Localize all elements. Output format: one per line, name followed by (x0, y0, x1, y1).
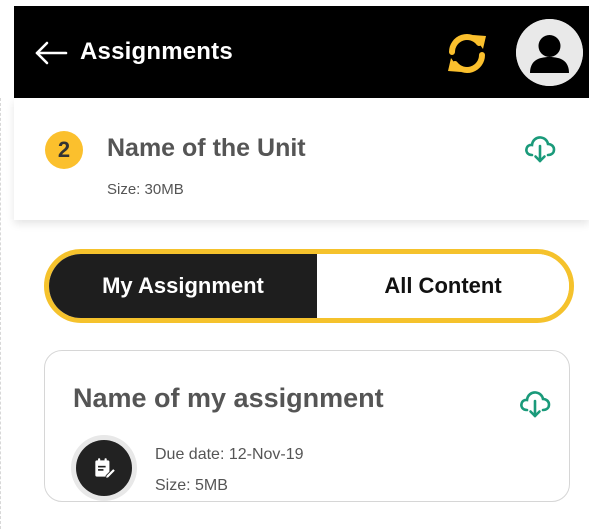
unit-card[interactable]: 2 Name of the Unit Size: 30MB (14, 98, 589, 220)
unit-number-badge: 2 (45, 131, 83, 169)
assignment-size: Size: 5MB (155, 477, 228, 494)
content-toggle: My Assignment All Content (44, 249, 574, 323)
due-date: Due date: 12-Nov-19 (155, 446, 304, 463)
page-title: Assignments (80, 38, 233, 65)
unit-size: Size: 30MB (107, 181, 184, 198)
tab-all-content[interactable]: All Content (317, 254, 569, 318)
left-guide-line (0, 98, 1, 529)
tab-my-assignment[interactable]: My Assignment (49, 254, 317, 318)
sync-icon[interactable] (442, 28, 492, 78)
assignment-edit-icon (71, 435, 137, 501)
cloud-download-icon[interactable] (519, 389, 551, 419)
cloud-download-icon[interactable] (524, 134, 556, 164)
assignments-screen: Assignments 2 Name of the Unit Size: 30M… (0, 0, 589, 529)
assignment-card[interactable]: Name of my assignment Due date: 12-Nov-1… (44, 350, 570, 502)
unit-name: Name of the Unit (107, 134, 306, 162)
user-avatar-icon[interactable] (516, 19, 583, 86)
arrow-left-icon[interactable] (34, 41, 68, 65)
assignment-name: Name of my assignment (73, 383, 384, 413)
app-header: Assignments (14, 6, 589, 98)
